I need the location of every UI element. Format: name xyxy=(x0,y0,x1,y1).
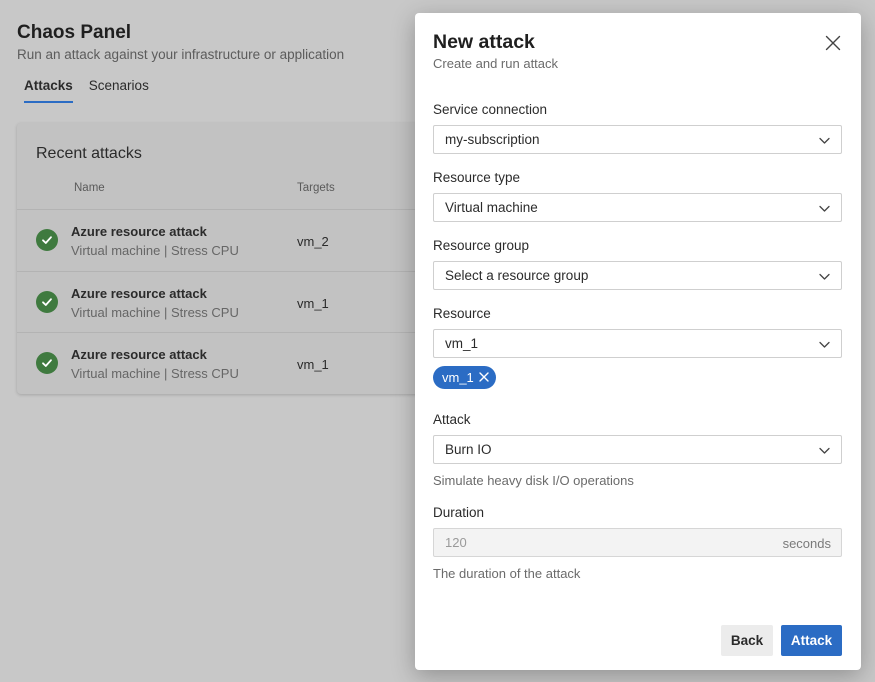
chevron-down-icon xyxy=(819,447,830,454)
attack-label: Attack xyxy=(433,412,471,427)
chevron-down-icon xyxy=(819,341,830,348)
service-connection-value: my-subscription xyxy=(445,132,540,147)
resource-tag-label: vm_1 xyxy=(442,370,474,385)
panel-subtitle: Create and run attack xyxy=(433,56,559,71)
attack-dropdown[interactable]: Burn IO xyxy=(433,435,842,464)
attack-target: vm_2 xyxy=(297,234,329,249)
resource-dropdown[interactable]: vm_1 xyxy=(433,329,842,358)
check-circle-icon xyxy=(36,229,58,251)
duration-helper-text: The duration of the attack xyxy=(433,566,581,581)
attack-target: vm_1 xyxy=(297,295,329,311)
attack-subtitle: Virtual machine | Stress CPU xyxy=(71,243,239,258)
table-row[interactable]: Azure resource attack Virtual machine | … xyxy=(17,270,427,333)
resource-tag: vm_1 xyxy=(433,366,496,389)
attack-title: Azure resource attack xyxy=(71,224,207,239)
resource-group-dropdown[interactable]: Select a resource group xyxy=(433,261,842,290)
resource-group-label: Resource group xyxy=(433,238,530,253)
panel-title: New attack xyxy=(433,31,535,53)
attack-button[interactable]: Attack xyxy=(781,625,842,656)
new-attack-panel: New attack Create and run attack Service… xyxy=(415,13,861,670)
attack-value: Burn IO xyxy=(445,442,492,457)
chevron-down-icon xyxy=(819,273,830,280)
chevron-down-icon xyxy=(819,205,830,212)
resource-type-label: Resource type xyxy=(433,170,521,185)
page-subtitle: Run an attack against your infrastructur… xyxy=(17,47,345,62)
tab-attacks[interactable]: Attacks xyxy=(24,78,73,103)
check-circle-icon xyxy=(36,290,58,313)
tab-bar: Attacks Scenarios xyxy=(24,78,149,103)
resource-label: Resource xyxy=(433,306,491,321)
attack-helper-text: Simulate heavy disk I/O operations xyxy=(433,473,634,488)
tab-scenarios[interactable]: Scenarios xyxy=(89,78,149,103)
attack-title: Azure resource attack xyxy=(71,285,207,301)
attacks-list: Azure resource attack Virtual machine | … xyxy=(17,209,427,394)
attack-subtitle: Virtual machine | Stress CPU xyxy=(71,366,239,381)
attack-subtitle: Virtual machine | Stress CPU xyxy=(71,304,239,320)
resource-type-value: Virtual machine xyxy=(445,200,538,215)
resource-group-value: Select a resource group xyxy=(445,268,589,283)
close-icon[interactable] xyxy=(823,33,843,53)
service-connection-dropdown[interactable]: my-subscription xyxy=(433,125,842,154)
recent-attacks-title: Recent attacks xyxy=(36,145,142,162)
service-connection-label: Service connection xyxy=(433,102,548,117)
table-row[interactable]: Azure resource attack Virtual machine | … xyxy=(17,209,427,271)
attack-title: Azure resource attack xyxy=(71,347,207,362)
back-button[interactable]: Back xyxy=(721,625,773,656)
recent-attacks-card: Recent attacks Name Targets Azure resour… xyxy=(17,123,427,394)
page-title: Chaos Panel xyxy=(17,22,132,43)
column-header-targets[interactable]: Targets xyxy=(297,182,335,194)
chevron-down-icon xyxy=(819,137,830,144)
resource-value: vm_1 xyxy=(445,336,479,351)
check-circle-icon xyxy=(36,352,58,374)
column-header-name[interactable]: Name xyxy=(74,182,105,194)
duration-label: Duration xyxy=(433,505,485,520)
duration-unit: seconds xyxy=(782,536,831,551)
resource-type-dropdown[interactable]: Virtual machine xyxy=(433,193,842,222)
attack-target: vm_1 xyxy=(297,357,329,372)
duration-field[interactable]: 120 seconds xyxy=(433,528,842,557)
remove-tag-icon[interactable] xyxy=(478,371,490,383)
duration-value: 120 xyxy=(445,535,467,550)
table-row[interactable]: Azure resource attack Virtual machine | … xyxy=(17,332,427,394)
